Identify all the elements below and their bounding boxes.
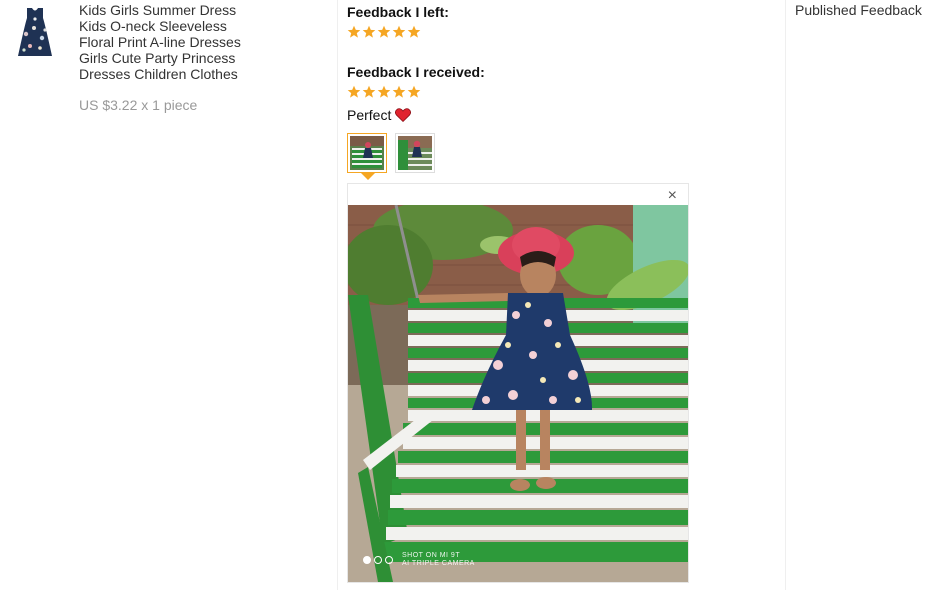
star-icon xyxy=(377,25,391,38)
product-title-line[interactable]: Kids O-neck Sleeveless xyxy=(79,18,269,34)
close-icon[interactable]: × xyxy=(668,188,677,204)
feedback-received-rating xyxy=(347,85,421,99)
selected-photo-caret xyxy=(361,173,375,180)
product-thumbnail[interactable] xyxy=(12,4,58,62)
product-title-line[interactable]: Girls Cute Party Princess xyxy=(79,50,269,66)
product-title-line[interactable]: Floral Print A-line Dresses xyxy=(79,34,269,50)
product-title-line[interactable]: Dresses Children Clothes xyxy=(79,66,269,82)
heart-icon xyxy=(395,108,412,122)
feedback-left-rating xyxy=(347,25,421,39)
feedback-received-heading: Feedback I received: xyxy=(347,64,485,80)
star-icon xyxy=(392,85,406,98)
feedback-left-heading: Feedback I left: xyxy=(347,4,449,20)
product-title-line[interactable]: Kids Girls Summer Dress xyxy=(79,2,269,18)
feedback-comment-text: Perfect xyxy=(347,107,392,123)
camera-watermark: SHOT ON MI 9T AI TRIPLE CAMERA xyxy=(402,552,475,568)
star-icon xyxy=(347,25,361,38)
photo-pagination-dots xyxy=(363,556,393,564)
star-icon xyxy=(362,25,376,38)
star-icon xyxy=(407,85,421,98)
star-icon xyxy=(392,25,406,38)
watermark-line: AI TRIPLE CAMERA xyxy=(402,560,475,567)
pagination-dot[interactable] xyxy=(385,556,393,564)
star-icon xyxy=(377,85,391,98)
star-icon xyxy=(347,85,361,98)
feedback-photo-thumbnail-2[interactable] xyxy=(395,133,435,173)
column-divider xyxy=(337,0,338,590)
product-price: US $3.22 x 1 piece xyxy=(79,97,198,113)
published-feedback-label: Published Feedback xyxy=(795,2,922,18)
feedback-comment: Perfect xyxy=(347,107,412,123)
pagination-dot[interactable] xyxy=(363,556,371,564)
pagination-dot[interactable] xyxy=(374,556,382,564)
product-title[interactable]: Kids Girls Summer Dress Kids O-neck Slee… xyxy=(79,2,269,82)
star-icon xyxy=(362,85,376,98)
watermark-line: SHOT ON MI 9T xyxy=(402,552,461,559)
photo-viewer: × SHOT ON MI 9T AI TRIPLE CAMERA xyxy=(347,183,689,583)
feedback-photo-thumbnail-1[interactable] xyxy=(347,133,387,173)
feedback-photo xyxy=(348,205,688,582)
star-icon xyxy=(407,25,421,38)
column-divider xyxy=(785,0,786,590)
